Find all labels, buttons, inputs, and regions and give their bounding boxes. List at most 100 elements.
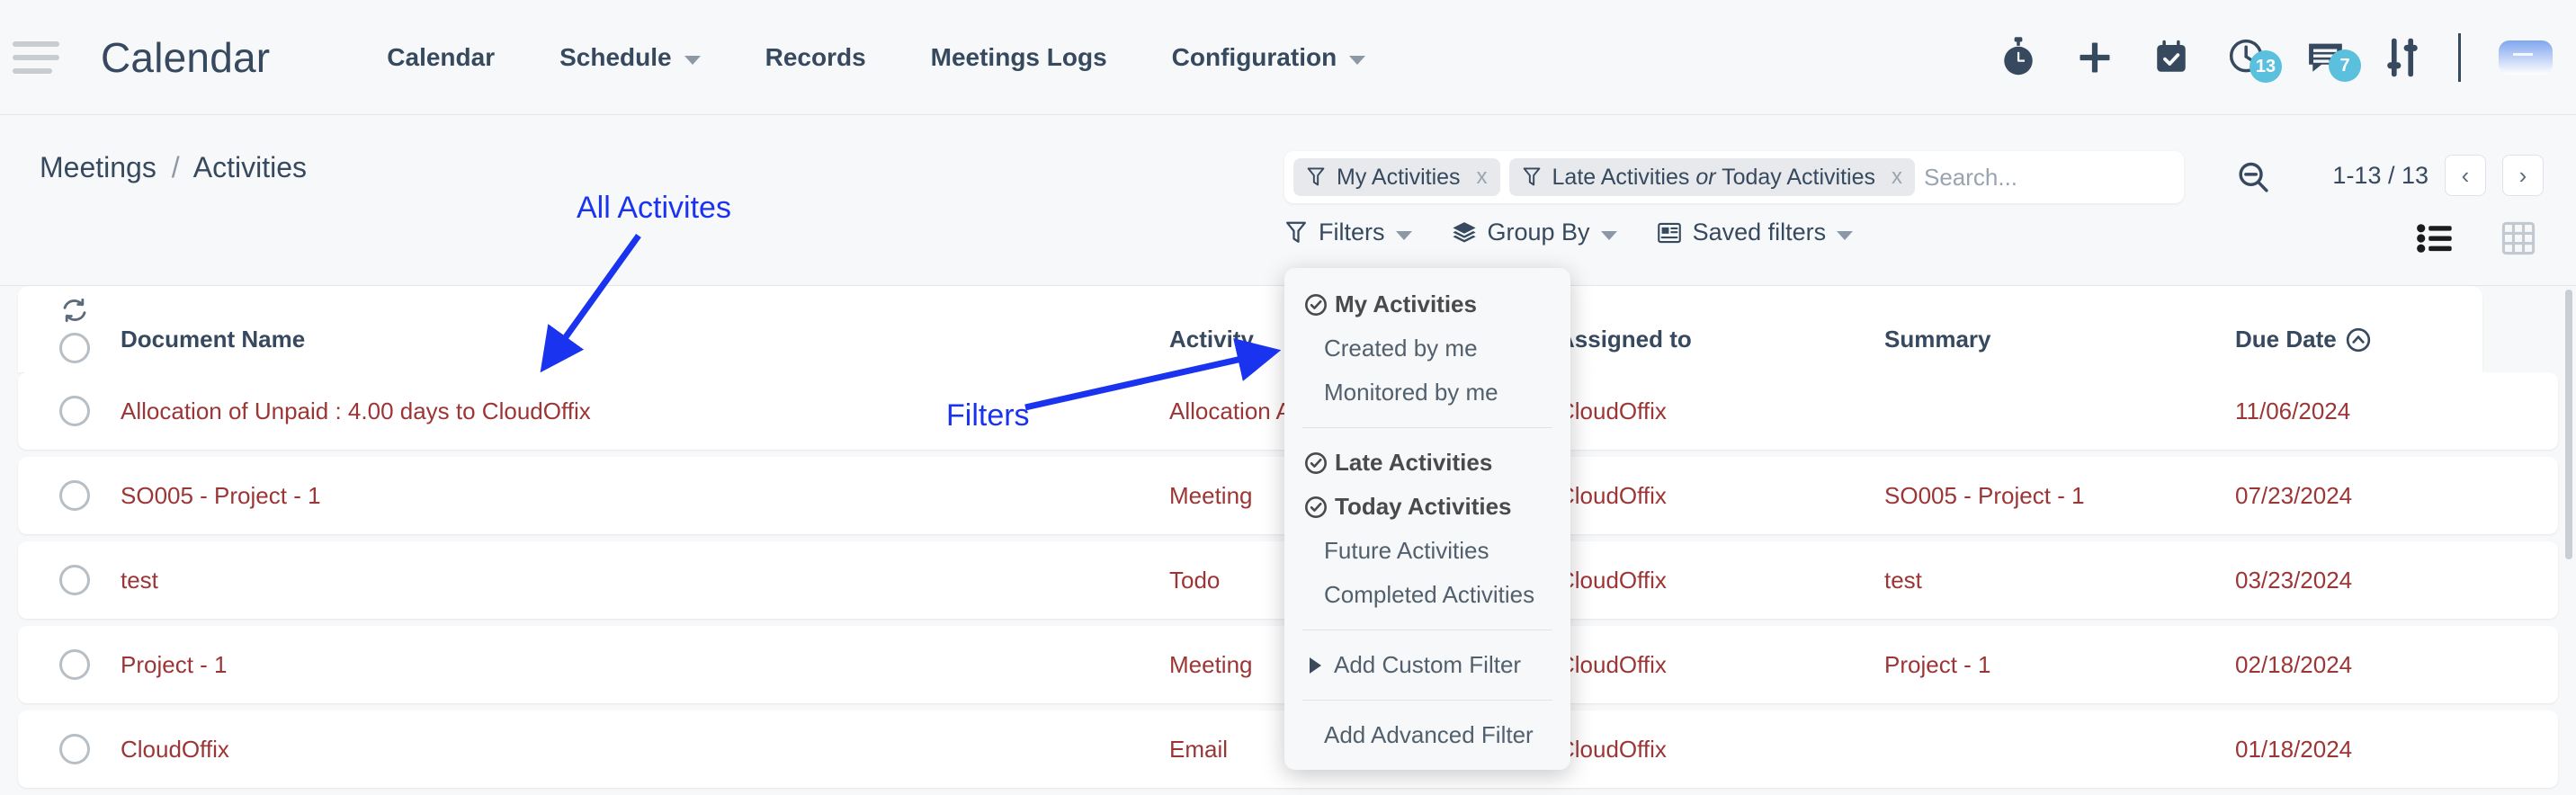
saved-filter-icon bbox=[1657, 222, 1681, 243]
nav-item-calendar[interactable]: Calendar bbox=[354, 43, 527, 72]
nav-item-label: Records bbox=[765, 42, 866, 71]
group-by-label: Group By bbox=[1487, 219, 1590, 246]
cell-summary: Project - 1 bbox=[1884, 651, 1991, 678]
column-header-summary[interactable]: Summary bbox=[1884, 326, 1991, 353]
cell-summary: SO005 - Project - 1 bbox=[1884, 482, 2085, 509]
column-header-document-name[interactable]: Document Name bbox=[121, 326, 305, 353]
cell-document-name[interactable]: Allocation of Unpaid : 4.00 days to Clou… bbox=[121, 398, 591, 425]
row-select-checkbox[interactable] bbox=[59, 396, 90, 426]
cell-assigned-to: CloudOffix bbox=[1558, 651, 1667, 678]
cell-assigned-to: CloudOffix bbox=[1558, 398, 1667, 424]
nav-item-configuration[interactable]: Configuration bbox=[1140, 43, 1399, 72]
nav-item-meetings-logs[interactable]: Meetings Logs bbox=[899, 43, 1140, 72]
search-filter-bar: My Activities x Late Activities or Today… bbox=[1284, 151, 2268, 203]
cell-document-name[interactable]: Project - 1 bbox=[121, 651, 228, 679]
pagination-next-button[interactable]: › bbox=[2502, 155, 2544, 196]
nav-item-label: Calendar bbox=[387, 42, 496, 71]
filter-toolbar: Filters Group By Saved filters bbox=[1284, 219, 1854, 246]
nav-item-label: Meetings Logs bbox=[930, 42, 1107, 71]
dropdown-item-monitored-by-me[interactable]: Monitored by me bbox=[1284, 371, 1570, 415]
nav-right-icons: 13 7 bbox=[1999, 32, 2576, 83]
magnifier-minus-icon[interactable] bbox=[2225, 160, 2281, 194]
filter-chip-late-or-today-activities[interactable]: Late Activities or Today Activities x bbox=[1508, 158, 1915, 196]
cell-activity: Todo bbox=[1169, 567, 1221, 594]
nav-item-label: Configuration bbox=[1171, 42, 1337, 71]
main-nav-items: Calendar Schedule Records Meetings Logs … bbox=[354, 43, 1398, 72]
chat-icon[interactable]: 7 bbox=[2305, 39, 2361, 82]
filter-chip-my-activities[interactable]: My Activities x bbox=[1293, 158, 1500, 196]
filters-label: Filters bbox=[1319, 219, 1385, 246]
scrollbar-thumb[interactable] bbox=[2565, 290, 2572, 559]
check-circle-icon bbox=[1305, 293, 1327, 316]
nav-item-label: Schedule bbox=[559, 42, 672, 71]
table-header-row: Document Name Activity Assigned to Summa… bbox=[18, 286, 2482, 372]
dropdown-item-future-activities[interactable]: Future Activities bbox=[1284, 529, 1570, 573]
user-avatar[interactable] bbox=[2499, 40, 2553, 75]
breadcrumb: Meetings / Activities bbox=[40, 151, 307, 184]
chevron-down-icon bbox=[1395, 230, 1412, 240]
select-all-checkbox[interactable] bbox=[59, 333, 90, 363]
breadcrumb-parent[interactable]: Meetings bbox=[40, 151, 157, 183]
dropdown-item-add-advanced-filter[interactable]: Add Advanced Filter bbox=[1284, 713, 1570, 757]
cell-due-date: 11/06/2024 bbox=[2235, 398, 2351, 424]
row-select-checkbox[interactable] bbox=[59, 734, 90, 764]
sort-ascending-icon bbox=[2346, 327, 2370, 352]
dropdown-item-label: My Activities bbox=[1335, 290, 1477, 317]
cell-summary: test bbox=[1884, 567, 1922, 594]
saved-filters-dropdown-button[interactable]: Saved filters bbox=[1657, 219, 1854, 246]
chevron-down-icon bbox=[1837, 230, 1854, 240]
clock-icon[interactable]: 13 bbox=[2228, 38, 2282, 83]
nav-item-schedule[interactable]: Schedule bbox=[527, 43, 732, 72]
sliders-icon[interactable] bbox=[2384, 37, 2420, 78]
cell-activity: Meeting bbox=[1169, 651, 1253, 678]
filter-icon bbox=[1523, 167, 1540, 186]
clock-badge-count: 13 bbox=[2250, 49, 2282, 83]
group-by-dropdown-button[interactable]: Group By bbox=[1452, 219, 1617, 246]
breadcrumb-current: Activities bbox=[192, 151, 307, 183]
list-view-icon[interactable] bbox=[2416, 223, 2454, 254]
chevron-down-icon bbox=[684, 55, 701, 65]
annotation-filters: Filters bbox=[946, 398, 1030, 433]
chevron-down-icon bbox=[1349, 55, 1366, 65]
filter-icon bbox=[1307, 167, 1325, 186]
dropdown-item-add-custom-filter[interactable]: Add Custom Filter bbox=[1284, 643, 1570, 687]
cell-document-name[interactable]: test bbox=[121, 567, 158, 594]
dropdown-item-late-activities[interactable]: Late Activities bbox=[1284, 441, 1570, 485]
dropdown-item-today-activities[interactable]: Today Activities bbox=[1284, 485, 1570, 529]
filter-chip-remove-icon[interactable]: x bbox=[1892, 165, 1902, 190]
grid-view-icon[interactable] bbox=[2500, 221, 2536, 255]
check-circle-icon bbox=[1305, 451, 1327, 474]
search-input[interactable] bbox=[1923, 163, 2225, 192]
row-select-checkbox[interactable] bbox=[59, 480, 90, 511]
dropdown-divider bbox=[1302, 427, 1552, 428]
column-header-assigned-to[interactable]: Assigned to bbox=[1558, 326, 1692, 353]
filters-dropdown-menu: My Activities Created by me Monitored by… bbox=[1284, 268, 1570, 770]
hamburger-menu-icon[interactable] bbox=[13, 37, 65, 78]
column-header-due-date-label: Due Date bbox=[2235, 326, 2337, 353]
column-header-due-date[interactable]: Due Date bbox=[2235, 326, 2371, 353]
pagination: 1-13 / 13 ‹ › bbox=[2332, 155, 2544, 196]
cell-due-date: 03/23/2024 bbox=[2235, 567, 2353, 594]
filters-dropdown-button[interactable]: Filters bbox=[1284, 219, 1412, 246]
dropdown-item-my-activities[interactable]: My Activities bbox=[1284, 282, 1570, 326]
pagination-prev-button[interactable]: ‹ bbox=[2445, 155, 2486, 196]
stopwatch-icon[interactable] bbox=[1999, 36, 2037, 78]
cell-document-name[interactable]: SO005 - Project - 1 bbox=[121, 482, 321, 510]
view-toggle-group bbox=[2416, 221, 2536, 255]
dropdown-item-created-by-me[interactable]: Created by me bbox=[1284, 326, 1570, 371]
plus-icon[interactable] bbox=[2075, 38, 2115, 77]
column-header-activity[interactable]: Activity bbox=[1169, 326, 1254, 353]
row-select-checkbox[interactable] bbox=[59, 565, 90, 595]
filter-chip-label: My Activities bbox=[1337, 164, 1461, 190]
top-navigation-bar: Calendar Calendar Schedule Records Meeti… bbox=[0, 0, 2576, 115]
filter-chip-remove-icon[interactable]: x bbox=[1477, 165, 1488, 190]
refresh-icon[interactable] bbox=[61, 297, 88, 328]
calendar-check-icon[interactable] bbox=[2152, 38, 2190, 77]
dropdown-item-completed-activities[interactable]: Completed Activities bbox=[1284, 573, 1570, 617]
nav-divider bbox=[2458, 32, 2461, 82]
nav-item-records[interactable]: Records bbox=[733, 43, 899, 72]
page-scrollbar[interactable] bbox=[2563, 290, 2574, 793]
cell-document-name[interactable]: CloudOffix bbox=[121, 736, 229, 764]
cell-due-date: 07/23/2024 bbox=[2235, 482, 2353, 509]
row-select-checkbox[interactable] bbox=[59, 649, 90, 680]
